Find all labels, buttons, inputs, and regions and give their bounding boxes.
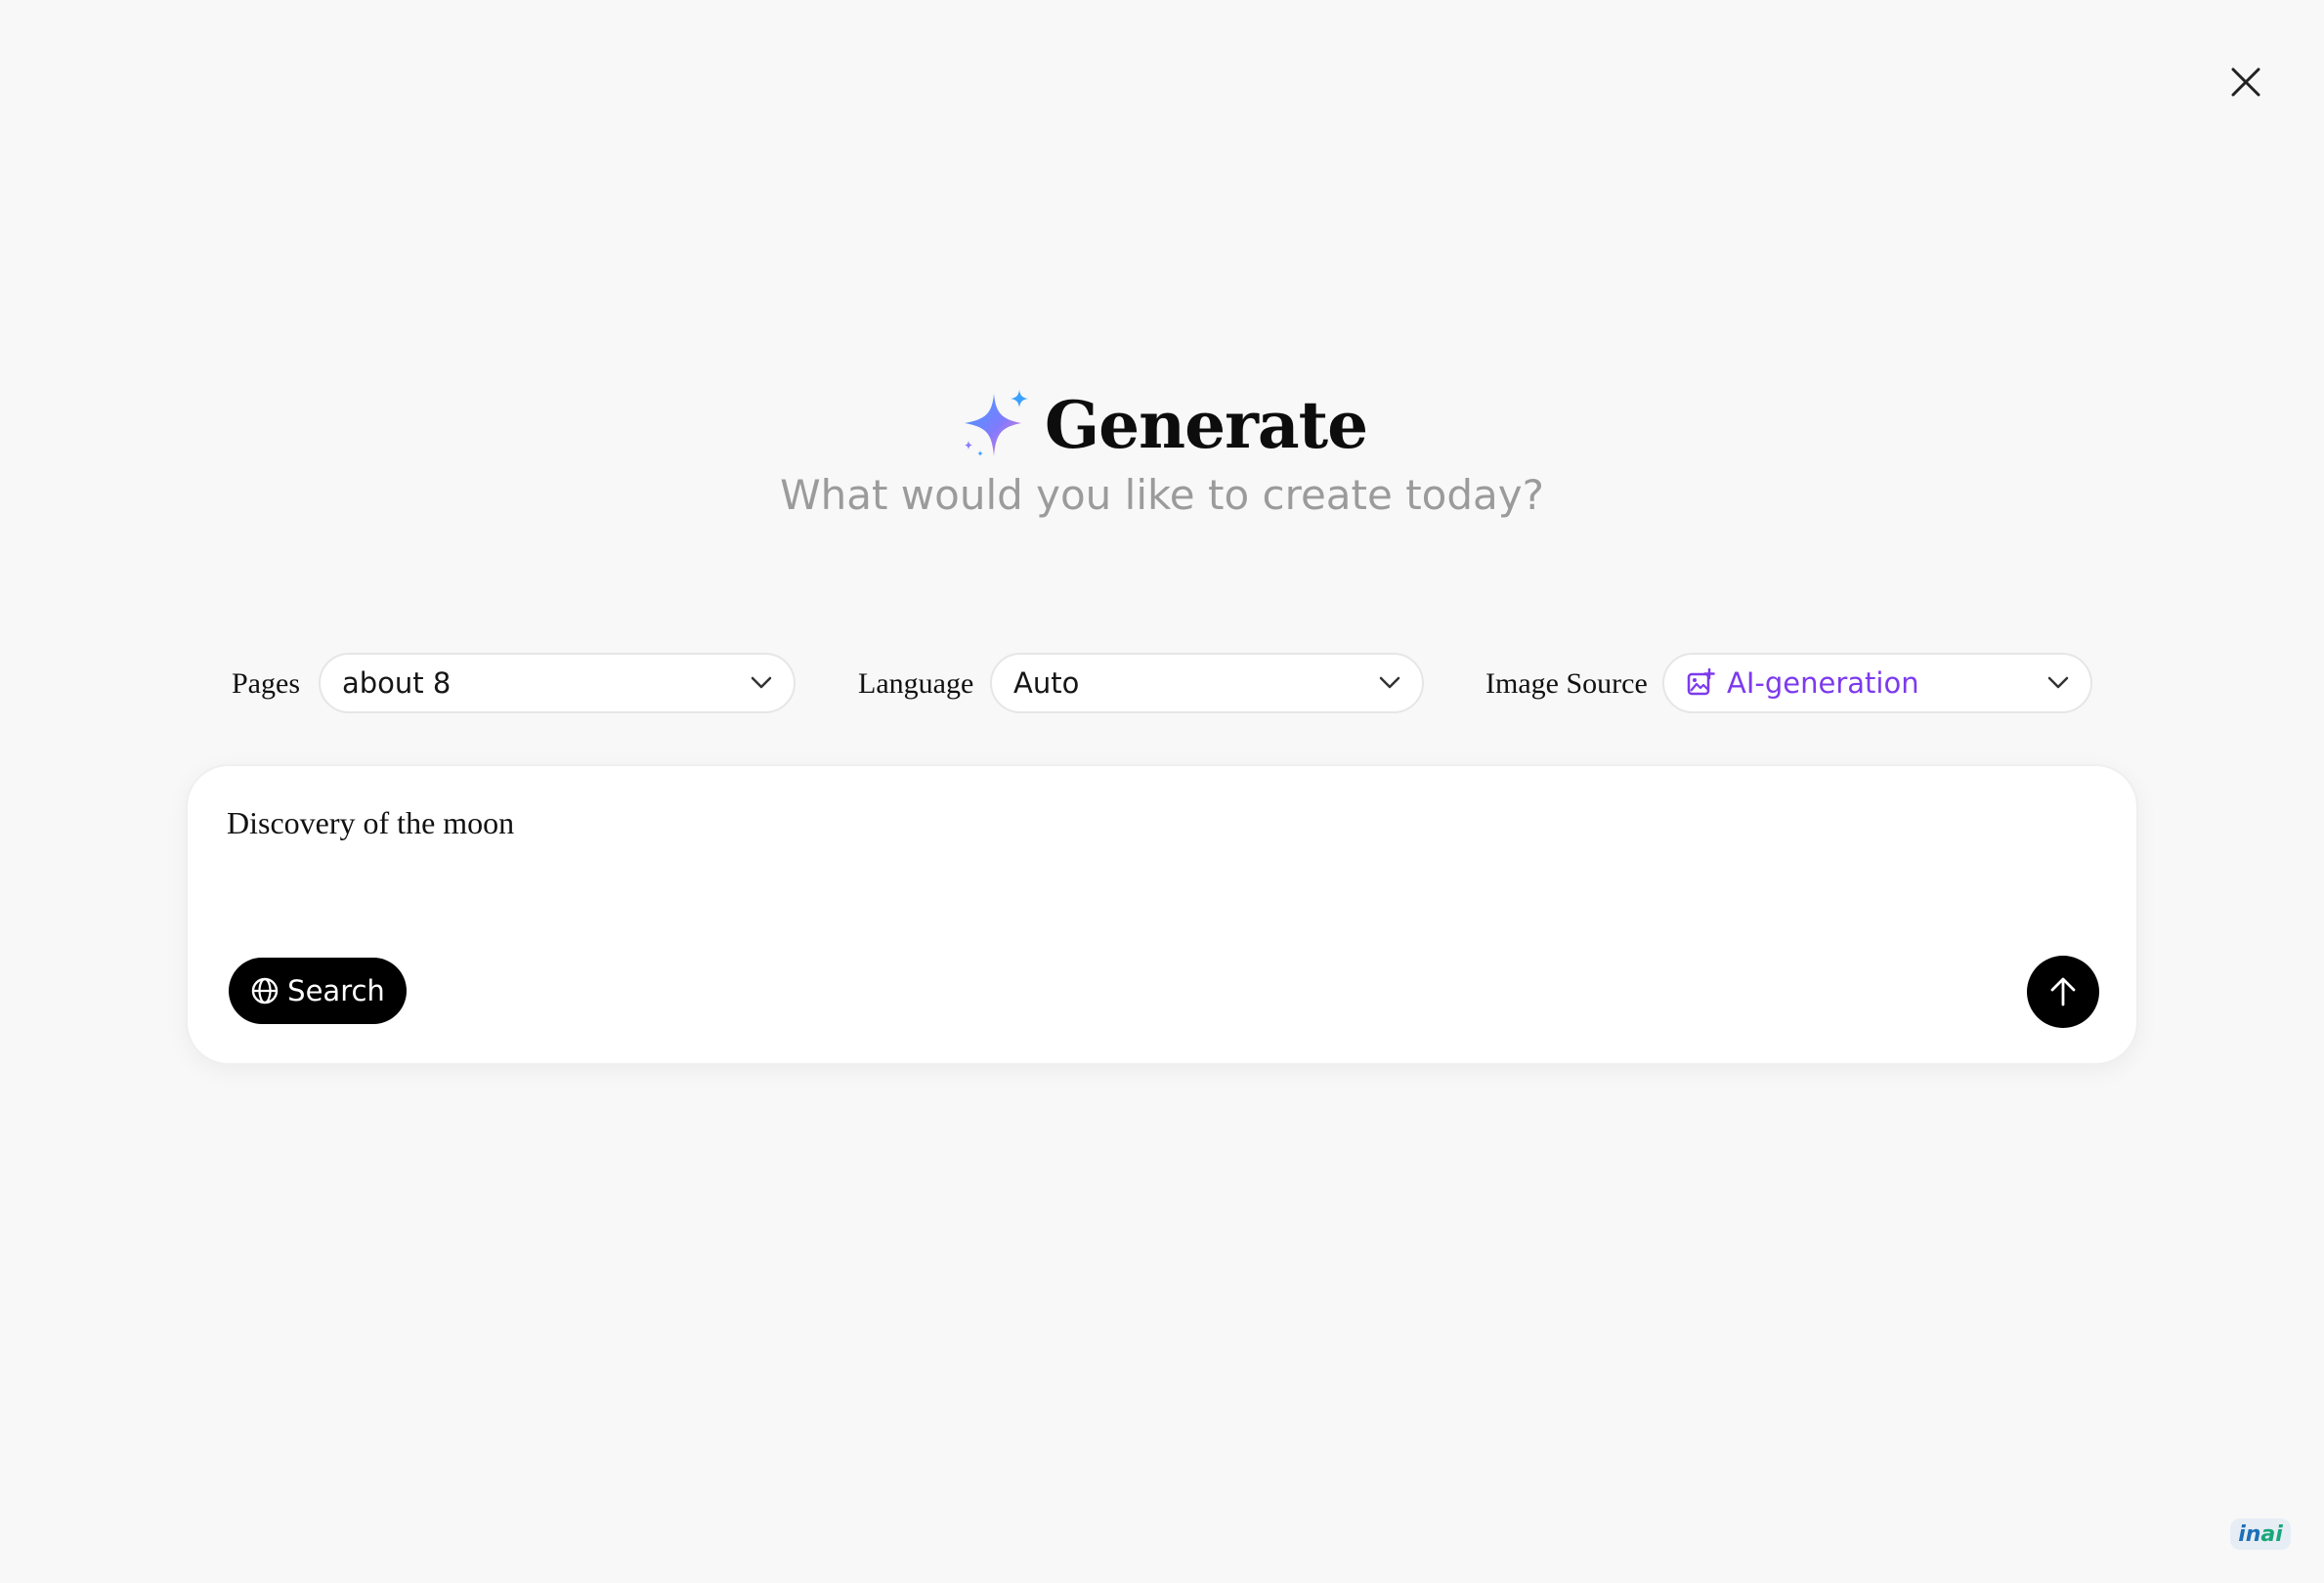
image-source-select[interactable]: AI-generation xyxy=(1662,653,2092,713)
close-icon xyxy=(2231,67,2260,97)
chevron-down-icon xyxy=(1379,676,1400,689)
page-subtitle: What would you like to create today? xyxy=(780,471,1544,519)
image-plus-icon xyxy=(1687,668,1715,696)
image-source-label: Image Source xyxy=(1485,667,1648,700)
search-label: Search xyxy=(287,974,385,1007)
language-select[interactable]: Auto xyxy=(990,653,1424,713)
search-toggle-button[interactable]: Search xyxy=(229,958,407,1024)
page-title: Generate xyxy=(1044,387,1368,463)
pages-label: Pages xyxy=(232,667,300,700)
language-label: Language xyxy=(858,667,974,700)
language-value: Auto xyxy=(1013,666,1080,700)
pages-select[interactable]: about 8 xyxy=(319,653,796,713)
globe-icon xyxy=(251,977,279,1005)
brand-logo: in ai xyxy=(2230,1519,2291,1550)
chevron-down-icon xyxy=(751,676,772,689)
prompt-card: Discovery of the moon Search xyxy=(186,764,2138,1065)
arrow-up-icon xyxy=(2050,977,2076,1006)
send-button[interactable] xyxy=(2027,956,2099,1028)
sparkle-icon xyxy=(964,390,1028,456)
prompt-input[interactable]: Discovery of the moon xyxy=(227,805,2084,922)
header: Generate xyxy=(0,381,2324,469)
image-source-value: AI-generation xyxy=(1727,666,1919,700)
image-source-value-group: AI-generation xyxy=(1686,666,1919,700)
pages-value: about 8 xyxy=(342,666,452,700)
close-button[interactable] xyxy=(2224,61,2267,104)
chevron-down-icon xyxy=(2047,676,2069,689)
